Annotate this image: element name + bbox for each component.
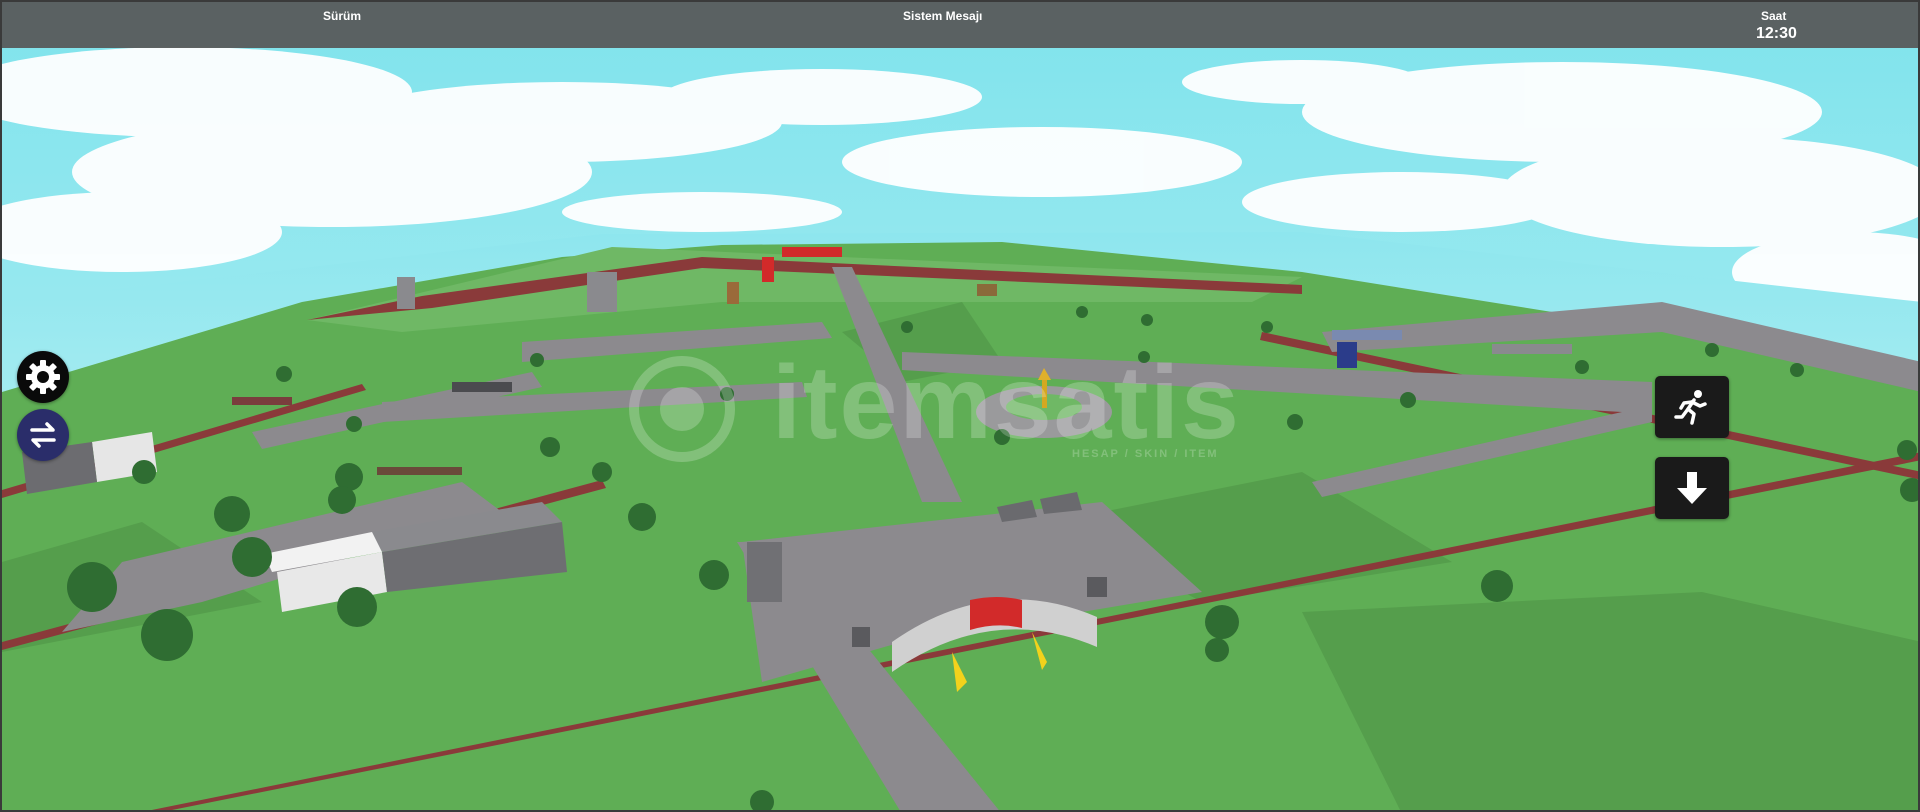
swap-arrows-icon	[30, 422, 56, 448]
switch-button[interactable]	[17, 409, 69, 461]
settings-button[interactable]	[17, 351, 69, 403]
clock-label: Saat	[1761, 9, 1787, 23]
gear-icon	[26, 360, 60, 394]
system-message-label: Sistem Mesajı	[903, 9, 983, 23]
game-scene[interactable]	[2, 2, 1920, 812]
descend-button[interactable]	[1655, 457, 1729, 519]
game-viewport[interactable]: itemsatis HESAP / SKIN / ITEM Sürüm Sist…	[0, 0, 1920, 812]
arrow-down-icon	[1677, 472, 1707, 504]
running-person-icon	[1674, 390, 1707, 425]
sprint-button[interactable]	[1655, 376, 1729, 438]
clock-value: 12:30	[1756, 25, 1797, 42]
version-label: Sürüm	[323, 9, 362, 23]
status-bar: Sürüm Sistem Mesajı Saat 12:30	[2, 2, 1918, 48]
